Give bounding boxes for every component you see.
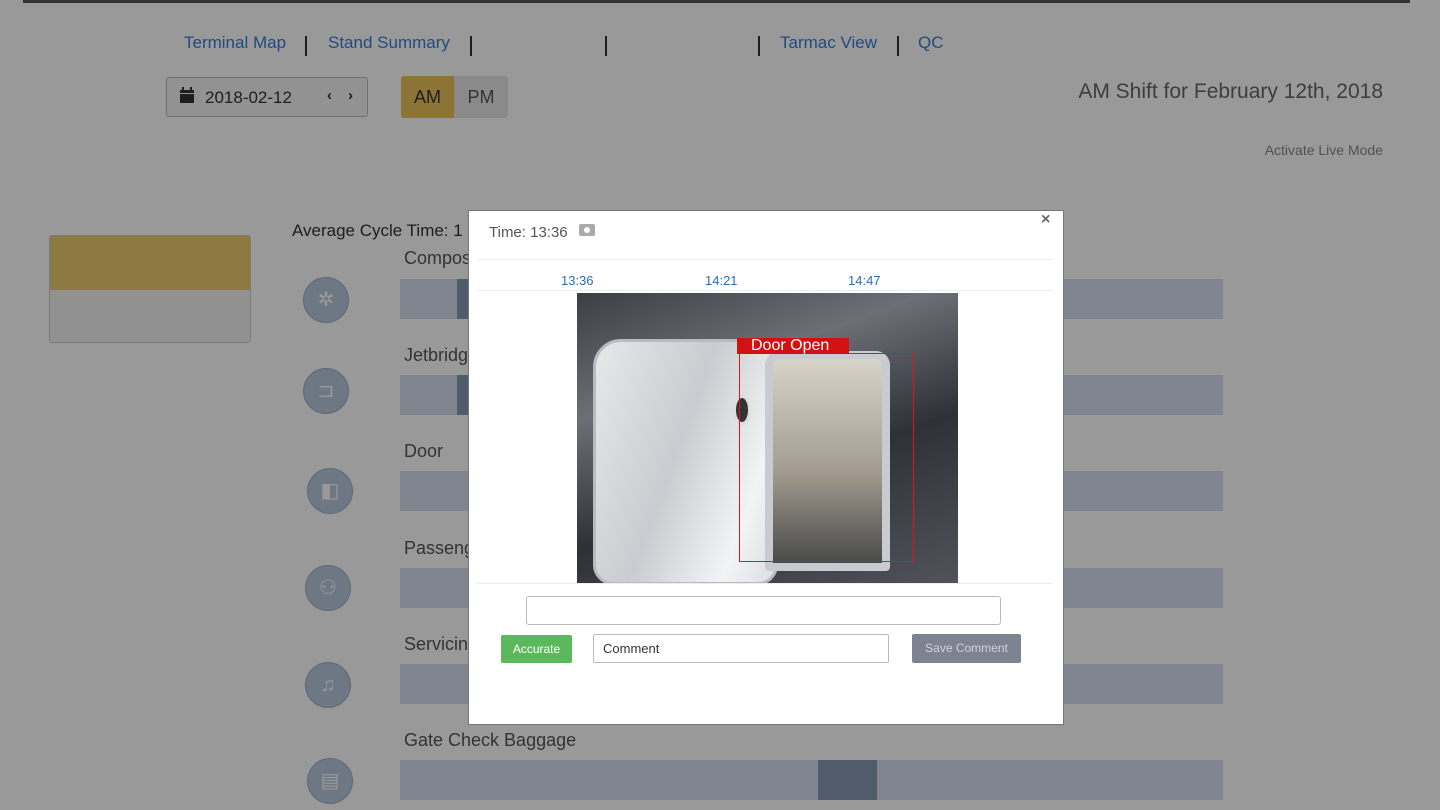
close-icon[interactable]: × — [1041, 211, 1050, 229]
qc-modal: × Time: 13:36 13:36 14:21 14:47 Door Ope… — [468, 210, 1064, 725]
timestamp-link[interactable]: 13:36 — [561, 273, 594, 288]
detection-bounding-box — [739, 353, 914, 562]
timestamp-link[interactable]: 14:21 — [705, 273, 738, 288]
comment-input[interactable]: Comment — [593, 634, 889, 663]
feedback-field[interactable] — [526, 596, 1001, 625]
timestamp-link[interactable]: 14:47 — [848, 273, 881, 288]
camera-icon[interactable] — [579, 224, 595, 236]
accurate-button[interactable]: Accurate — [501, 635, 572, 663]
save-comment-button[interactable]: Save Comment — [912, 634, 1021, 663]
divider — [477, 290, 1053, 291]
divider — [477, 259, 1053, 260]
modal-time: Time: 13:36 — [489, 224, 568, 241]
divider — [477, 583, 1053, 584]
detection-label: Door Open — [737, 338, 849, 354]
camera-frame: Door Open — [577, 293, 958, 583]
